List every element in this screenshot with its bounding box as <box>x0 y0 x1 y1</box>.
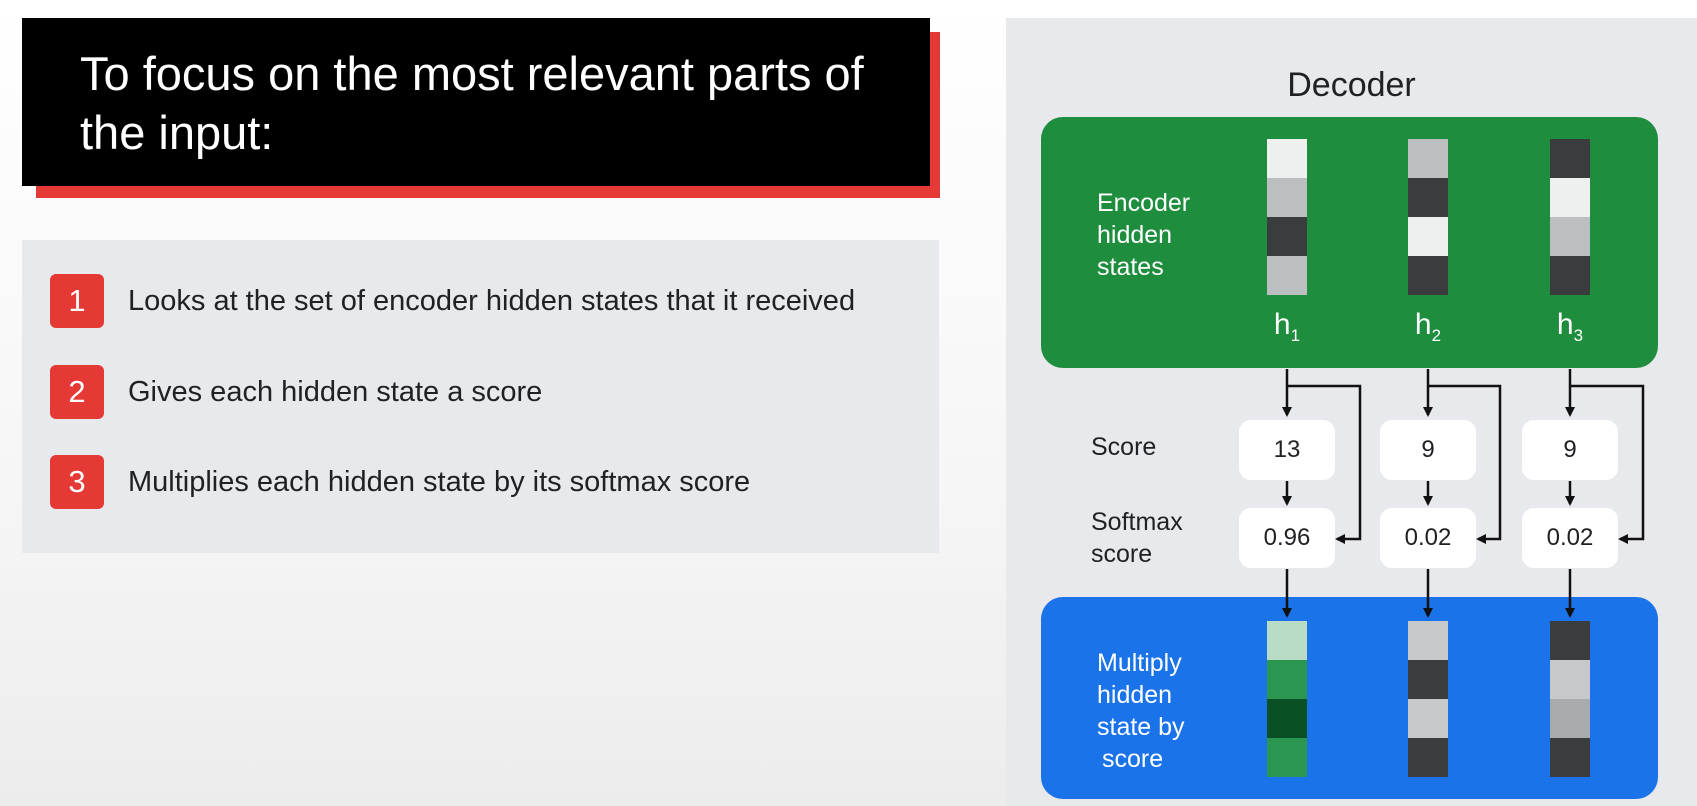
page-title: To focus on the most relevant parts of t… <box>80 47 864 159</box>
vector-cell <box>1550 139 1590 178</box>
weighted-hidden-state-2 <box>1408 621 1448 777</box>
vector-cell <box>1408 178 1448 217</box>
step-2: 2 Gives each hidden state a score <box>50 364 542 420</box>
vector-cell <box>1408 738 1448 777</box>
encoder-hidden-state-3 <box>1550 139 1590 295</box>
hidden-state-label-2: h2 <box>1414 308 1442 345</box>
step-number-badge: 1 <box>50 274 104 328</box>
vector-cell <box>1550 738 1590 777</box>
score-box-2: 9 <box>1380 420 1476 480</box>
vector-cell <box>1550 256 1590 295</box>
vector-cell <box>1550 178 1590 217</box>
softmax-score-box-1: 0.96 <box>1239 508 1335 568</box>
weighted-hidden-state-1 <box>1267 621 1307 777</box>
score-box-3: 9 <box>1522 420 1618 480</box>
encoder-hidden-state-2 <box>1408 139 1448 295</box>
hidden-state-label-1: h1 <box>1273 308 1301 345</box>
softmax-score-box-3: 0.02 <box>1522 508 1618 568</box>
flow-arrows <box>1282 369 1645 618</box>
softmax-score-box-2: 0.02 <box>1380 508 1476 568</box>
vector-cell <box>1267 178 1307 217</box>
hidden-state-label-3: h3 <box>1556 308 1584 345</box>
vector-cell <box>1267 256 1307 295</box>
vector-cell <box>1408 699 1448 738</box>
vector-cell <box>1408 621 1448 660</box>
vector-cell <box>1408 256 1448 295</box>
steps-panel: 1 Looks at the set of encoder hidden sta… <box>22 240 939 553</box>
vector-cell <box>1408 217 1448 256</box>
vector-cell <box>1408 660 1448 699</box>
step-number-badge: 2 <box>50 365 104 419</box>
vector-cell <box>1408 139 1448 178</box>
vector-cell <box>1550 217 1590 256</box>
vector-cell <box>1267 621 1307 660</box>
step-number-badge: 3 <box>50 455 104 509</box>
vector-cell <box>1267 699 1307 738</box>
step-1: 1 Looks at the set of encoder hidden sta… <box>50 273 855 329</box>
decoder-diagram: Decoder Encoder hidden states Multiply h… <box>1006 18 1697 806</box>
score-box-1: 13 <box>1239 420 1335 480</box>
title-card: To focus on the most relevant parts of t… <box>22 18 930 186</box>
vector-cell <box>1550 699 1590 738</box>
vector-cell <box>1267 738 1307 777</box>
vector-cell <box>1267 139 1307 178</box>
encoder-hidden-state-1 <box>1267 139 1307 295</box>
weighted-hidden-state-3 <box>1550 621 1590 777</box>
vector-cell <box>1267 660 1307 699</box>
step-text: Looks at the set of encoder hidden state… <box>128 284 856 317</box>
vector-cell <box>1267 217 1307 256</box>
vector-cell <box>1550 621 1590 660</box>
step-text: Gives each hidden state a score <box>128 375 543 408</box>
step-text: Multiplies each hidden state by its soft… <box>128 465 751 498</box>
step-3: 3 Multiplies each hidden state by its so… <box>50 454 750 510</box>
vector-cell <box>1550 660 1590 699</box>
